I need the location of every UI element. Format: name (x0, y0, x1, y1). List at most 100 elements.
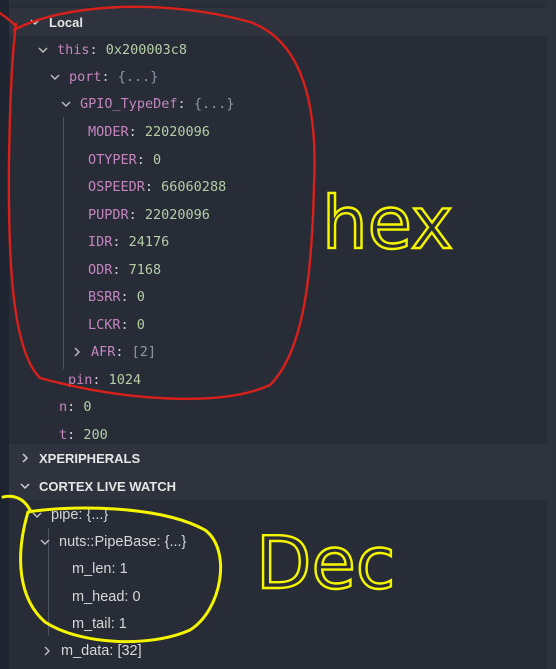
var-value: 200 (83, 426, 108, 443)
var-value: 0 (83, 398, 92, 415)
separator: : (92, 371, 109, 388)
watch-pipebase[interactable]: nuts::PipeBase: {...} (9, 528, 547, 555)
watch-m-head[interactable]: m_head: 0 (9, 583, 547, 610)
register-row[interactable]: BSRR: 0 (9, 283, 547, 310)
separator: : (177, 95, 194, 112)
separator: : (112, 261, 129, 278)
separator: : (101, 68, 118, 85)
register-name: OSPEEDR (88, 178, 145, 195)
register-row[interactable]: IDR: 24176 (9, 228, 547, 255)
register-name: ODR (88, 261, 113, 278)
register-row[interactable]: MODER: 22020096 (9, 118, 547, 145)
watch-value: 1 (118, 615, 127, 632)
chevron-right-icon (41, 645, 53, 657)
chevron-down-icon (37, 44, 49, 56)
var-n[interactable]: n: 0 (9, 393, 547, 420)
watch-value: [32] (117, 642, 142, 659)
register-name: MODER (88, 123, 129, 140)
separator: : (109, 642, 118, 659)
register-value: 7168 (128, 261, 162, 278)
separator: : (128, 206, 145, 223)
var-value: 1024 (108, 371, 142, 388)
chevron-down-icon (29, 16, 41, 28)
separator: : (112, 233, 129, 250)
var-afr[interactable]: AFR: [2] (9, 338, 547, 365)
section-xperipherals[interactable]: XPERIPHERALS (9, 444, 547, 472)
register-name: BSRR (88, 288, 121, 305)
register-value: 0 (153, 151, 162, 168)
register-row[interactable]: OTYPER: 0 (9, 146, 547, 173)
scrollbar-track[interactable] (547, 0, 556, 669)
panel-top-edge (9, 0, 547, 6)
watch-m-tail[interactable]: m_tail: 1 (9, 610, 547, 637)
separator: : (124, 588, 133, 605)
section-title: Local (49, 14, 83, 30)
var-pin[interactable]: pin: 1024 (9, 366, 547, 393)
register-value: 24176 (128, 233, 170, 250)
chevron-down-icon (39, 536, 51, 548)
var-value: {...} (117, 68, 159, 85)
register-value: 22020096 (144, 123, 210, 140)
watch-name: m_head (72, 588, 125, 605)
var-name: this (57, 41, 90, 58)
var-name: n (59, 398, 68, 415)
chevron-down-icon (31, 509, 43, 521)
separator: : (89, 41, 106, 58)
watch-value: {...} (86, 506, 109, 523)
chevron-down-icon (60, 98, 72, 110)
register-name: PUPDR (88, 206, 129, 223)
watch-name: nuts::PipeBase (59, 533, 157, 550)
var-value: [2] (131, 343, 157, 360)
separator: : (156, 533, 165, 550)
separator: : (144, 178, 162, 195)
section-cortex-live-watch[interactable]: CORTEX LIVE WATCH (9, 472, 547, 500)
chevron-down-icon (19, 480, 31, 492)
register-value: 0 (136, 316, 145, 333)
watch-value: {...} (164, 533, 187, 550)
separator: : (120, 288, 137, 305)
chevron-right-icon (71, 346, 83, 358)
separator: : (67, 398, 84, 415)
var-gpio-typedef[interactable]: GPIO_TypeDef: {...} (9, 90, 547, 117)
var-this[interactable]: this: 0x200003c8 (9, 36, 547, 63)
register-name: OTYPER (88, 151, 137, 168)
chevron-down-icon (49, 71, 61, 83)
register-name: IDR (88, 233, 113, 250)
separator: : (67, 426, 84, 443)
section-title: XPERIPHERALS (39, 450, 141, 466)
var-value: 0x200003c8 (105, 41, 188, 58)
var-name: GPIO_TypeDef (80, 95, 178, 112)
separator: : (136, 151, 154, 168)
var-name: AFR (91, 343, 116, 360)
separator: : (111, 560, 120, 577)
watch-m-data[interactable]: m_data: [32] (9, 637, 547, 664)
watch-name: m_len (72, 560, 112, 577)
separator: : (120, 316, 137, 333)
watch-m-len[interactable]: m_len: 1 (9, 555, 547, 582)
var-name: t (59, 426, 68, 443)
watch-name: pipe (51, 506, 79, 523)
register-row[interactable]: LCKR: 0 (9, 311, 547, 338)
separator: : (115, 343, 132, 360)
register-row[interactable]: PUPDR: 22020096 (9, 201, 547, 228)
separator: : (110, 615, 119, 632)
register-value: 0 (136, 288, 145, 305)
register-row[interactable]: ODR: 7168 (9, 256, 547, 283)
watch-value: 1 (119, 560, 128, 577)
register-value: 22020096 (144, 206, 210, 223)
var-name: pin (68, 371, 93, 388)
register-value: 66060288 (161, 178, 227, 195)
section-local[interactable]: Local (9, 8, 547, 36)
watch-name: m_tail (72, 615, 111, 632)
register-row[interactable]: OSPEEDR: 66060288 (9, 173, 547, 200)
var-port[interactable]: port: {...} (9, 63, 547, 90)
var-value: {...} (193, 95, 235, 112)
watch-value: 0 (132, 588, 141, 605)
var-name: port (69, 68, 102, 85)
chevron-right-icon (19, 452, 31, 464)
separator: : (128, 123, 145, 140)
register-name: LCKR (88, 316, 121, 333)
section-title: CORTEX LIVE WATCH (39, 478, 176, 494)
watch-pipe[interactable]: pipe: {...} (9, 501, 547, 528)
watch-name: m_data (61, 642, 110, 659)
